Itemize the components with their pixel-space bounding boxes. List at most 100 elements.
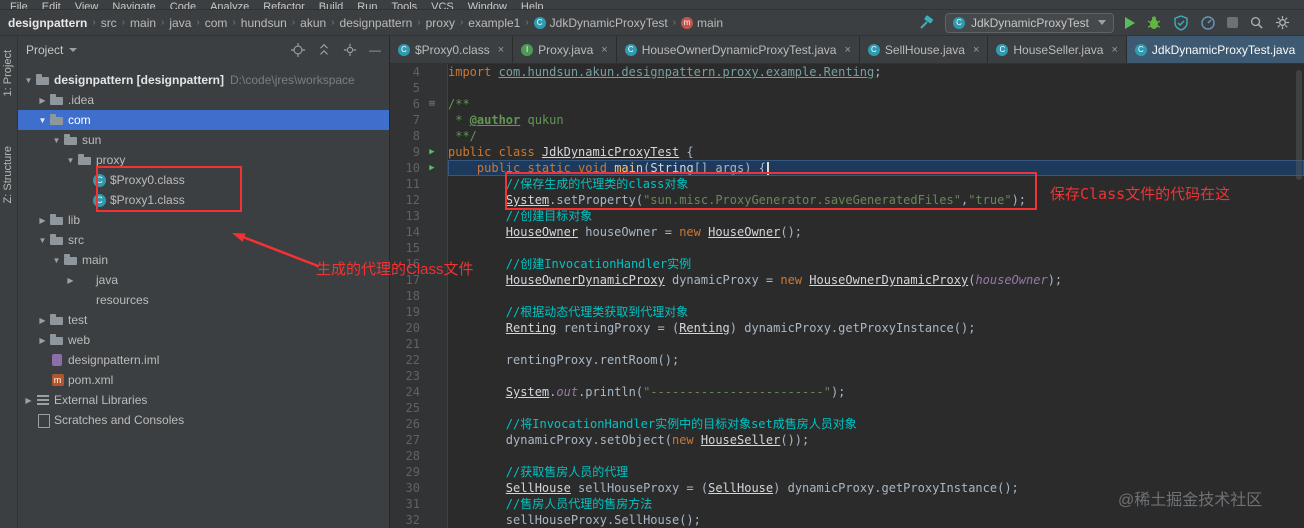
code-line-14[interactable]: HouseOwner houseOwner = new HouseOwner()… [448, 224, 1304, 240]
breadcrumb-item-main[interactable]: main [130, 16, 156, 30]
code-line-28[interactable] [448, 448, 1304, 464]
profiler-icon[interactable] [1200, 15, 1216, 31]
code-line-13[interactable]: //创建目标对象 [448, 208, 1304, 224]
code-line-18[interactable] [448, 288, 1304, 304]
code-line-12[interactable]: System.setProperty("sun.misc.ProxyGenera… [448, 192, 1304, 208]
breadcrumb-item-example1[interactable]: example1 [468, 16, 520, 30]
locate-target-icon[interactable] [291, 43, 305, 57]
tree-item-sun[interactable]: ▼ sun [18, 130, 389, 150]
tree-item-designpattern[interactable]: ▼ designpattern [designpattern] D:\code\jr… [18, 70, 389, 90]
tool-stripe-structure[interactable]: Z: Structure [2, 146, 14, 203]
code-line-8[interactable]: **/ [448, 128, 1304, 144]
tree-item-designpattern-iml[interactable]: designpattern.iml [18, 350, 389, 370]
settings-gear-icon[interactable] [1275, 15, 1290, 30]
editor[interactable]: 4 5 6 ⊟ 7 8 9 ▶ 10 ▶ 11 12 13 14 15 16 17 18 19 20 21 22 23 24 2… [390, 64, 1304, 528]
tree-item-lib[interactable]: ▶ lib [18, 210, 389, 230]
menu-item-file[interactable]: File [10, 0, 28, 9]
tree-item-pom-xml[interactable]: m pom.xml [18, 370, 389, 390]
editor-scrollbar[interactable] [1296, 70, 1302, 180]
stop-button[interactable] [1227, 17, 1238, 28]
tree-item-idea[interactable]: ▶ .idea [18, 90, 389, 110]
code-line-25[interactable] [448, 400, 1304, 416]
menu-item-window[interactable]: Window [468, 0, 507, 9]
menu-item-help[interactable]: Help [521, 0, 544, 9]
run-button[interactable] [1125, 16, 1135, 29]
tree-item-resources[interactable]: resources [18, 290, 389, 310]
tree-item-scratches-and-consoles[interactable]: Scratches and Consoles [18, 410, 389, 430]
code-line-19[interactable]: //根据动态代理类获取到代理对象 [448, 304, 1304, 320]
panel-settings-gear-icon[interactable] [343, 43, 357, 57]
tree-item-src[interactable]: ▼ src [18, 230, 389, 250]
close-tab-icon[interactable]: × [498, 44, 504, 56]
fold-icon[interactable]: ⊟ [420, 96, 444, 112]
code-line-24[interactable]: System.out.println("--------------------… [448, 384, 1304, 400]
menu-item-navigate[interactable]: Navigate [112, 0, 155, 9]
breadcrumb-class[interactable]: C JdkDynamicProxyTest [533, 16, 668, 30]
menu-item-vcs[interactable]: VCS [431, 0, 454, 9]
tree-item-proxy1-class[interactable]: C $Proxy1.class [18, 190, 389, 210]
close-tab-icon[interactable]: × [601, 44, 607, 56]
search-icon[interactable] [1249, 15, 1264, 30]
tool-stripe-project[interactable]: 1: Project [2, 50, 14, 96]
tree-item-java[interactable]: ▶ java [18, 270, 389, 290]
code-line-30[interactable]: SellHouse sellHouseProxy = (SellHouse) d… [448, 480, 1304, 496]
menu-item-view[interactable]: View [75, 0, 99, 9]
tree-item-external-libraries[interactable]: ▶ External Libraries [18, 390, 389, 410]
tab-proxy-java[interactable]: I Proxy.java × [513, 36, 617, 63]
hide-panel-icon[interactable]: — [369, 43, 381, 57]
tree-item-web[interactable]: ▶ web [18, 330, 389, 350]
project-panel-title[interactable]: Project [26, 43, 63, 57]
breadcrumb-item-designpattern[interactable]: designpattern [340, 16, 413, 30]
breadcrumb-item-src[interactable]: src [101, 16, 117, 30]
code-line-32[interactable]: sellHouseProxy.SellHouse(); [448, 512, 1304, 528]
collapse-all-icon[interactable] [317, 43, 331, 57]
code-line-31[interactable]: //售房人员代理的售房方法 [448, 496, 1304, 512]
code-line-20[interactable]: Renting rentingProxy = (Renting) dynamic… [448, 320, 1304, 336]
build-hammer-icon[interactable] [918, 14, 934, 31]
close-tab-icon[interactable]: × [1111, 44, 1117, 56]
editor-code[interactable]: import com.hundsun.akun.designpattern.pr… [448, 64, 1304, 528]
menu-item-tools[interactable]: Tools [391, 0, 417, 9]
code-line-10[interactable]: public static void main(String[] args) { [448, 160, 1304, 176]
menu-item-analyze[interactable]: Analyze [210, 0, 249, 9]
debug-bug-icon[interactable] [1146, 15, 1162, 31]
coverage-icon[interactable] [1173, 14, 1189, 31]
breadcrumb-method[interactable]: m main [681, 16, 723, 30]
tab-houseownerdynamicproxytest-java[interactable]: C HouseOwnerDynamicProxyTest.java × [617, 36, 860, 63]
close-tab-icon[interactable]: × [973, 44, 979, 56]
breadcrumb-item-proxy[interactable]: proxy [426, 16, 455, 30]
breadcrumb-item-akun[interactable]: akun [300, 16, 326, 30]
code-line-6[interactable]: /** [448, 96, 1304, 112]
menu-item-code[interactable]: Code [170, 0, 196, 9]
code-line-11[interactable]: //保存生成的代理类的class对象 [448, 176, 1304, 192]
menu-item-refactor[interactable]: Refactor [263, 0, 305, 9]
code-line-26[interactable]: //将InvocationHandler实例中的目标对象set成售房人员对象 [448, 416, 1304, 432]
run-gutter-icon[interactable]: ▶ [420, 160, 444, 176]
breadcrumb-item-java[interactable]: java [169, 16, 191, 30]
tab-sellhouse-java[interactable]: C SellHouse.java × [860, 36, 989, 63]
run-configuration-select[interactable]: C JdkDynamicProxyTest [944, 12, 1114, 33]
code-line-27[interactable]: dynamicProxy.setObject(new HouseSeller()… [448, 432, 1304, 448]
code-line-21[interactable] [448, 336, 1304, 352]
code-line-4[interactable]: import com.hundsun.akun.designpattern.pr… [448, 64, 1304, 80]
tree-item-proxy[interactable]: ▼ proxy [18, 150, 389, 170]
tree-item-main[interactable]: ▼ main [18, 250, 389, 270]
breadcrumb-item-com[interactable]: com [205, 16, 228, 30]
tree-item-com[interactable]: ▼ com [18, 110, 389, 130]
code-line-17[interactable]: HouseOwnerDynamicProxy dynamicProxy = ne… [448, 272, 1304, 288]
tree-item-test[interactable]: ▶ test [18, 310, 389, 330]
menu-item-run[interactable]: Run [357, 0, 377, 9]
menu-item-build[interactable]: Build [319, 0, 343, 9]
menu-item-edit[interactable]: Edit [42, 0, 61, 9]
code-line-7[interactable]: * @author qukun [448, 112, 1304, 128]
code-line-15[interactable] [448, 240, 1304, 256]
tab-houseseller-java[interactable]: C HouseSeller.java × [988, 36, 1127, 63]
code-line-5[interactable] [448, 80, 1304, 96]
code-line-9[interactable]: public class JdkDynamicProxyTest { [448, 144, 1304, 160]
breadcrumb-root[interactable]: designpattern [8, 16, 87, 30]
tab-jdkdynamicproxytest-java[interactable]: CJdkDynamicProxyTest.java× [1126, 36, 1304, 63]
tree-item-proxy0-class[interactable]: C $Proxy0.class [18, 170, 389, 190]
close-tab-icon[interactable]: × [844, 44, 850, 56]
run-gutter-icon[interactable]: ▶ [420, 144, 444, 160]
code-line-22[interactable]: rentingProxy.rentRoom(); [448, 352, 1304, 368]
